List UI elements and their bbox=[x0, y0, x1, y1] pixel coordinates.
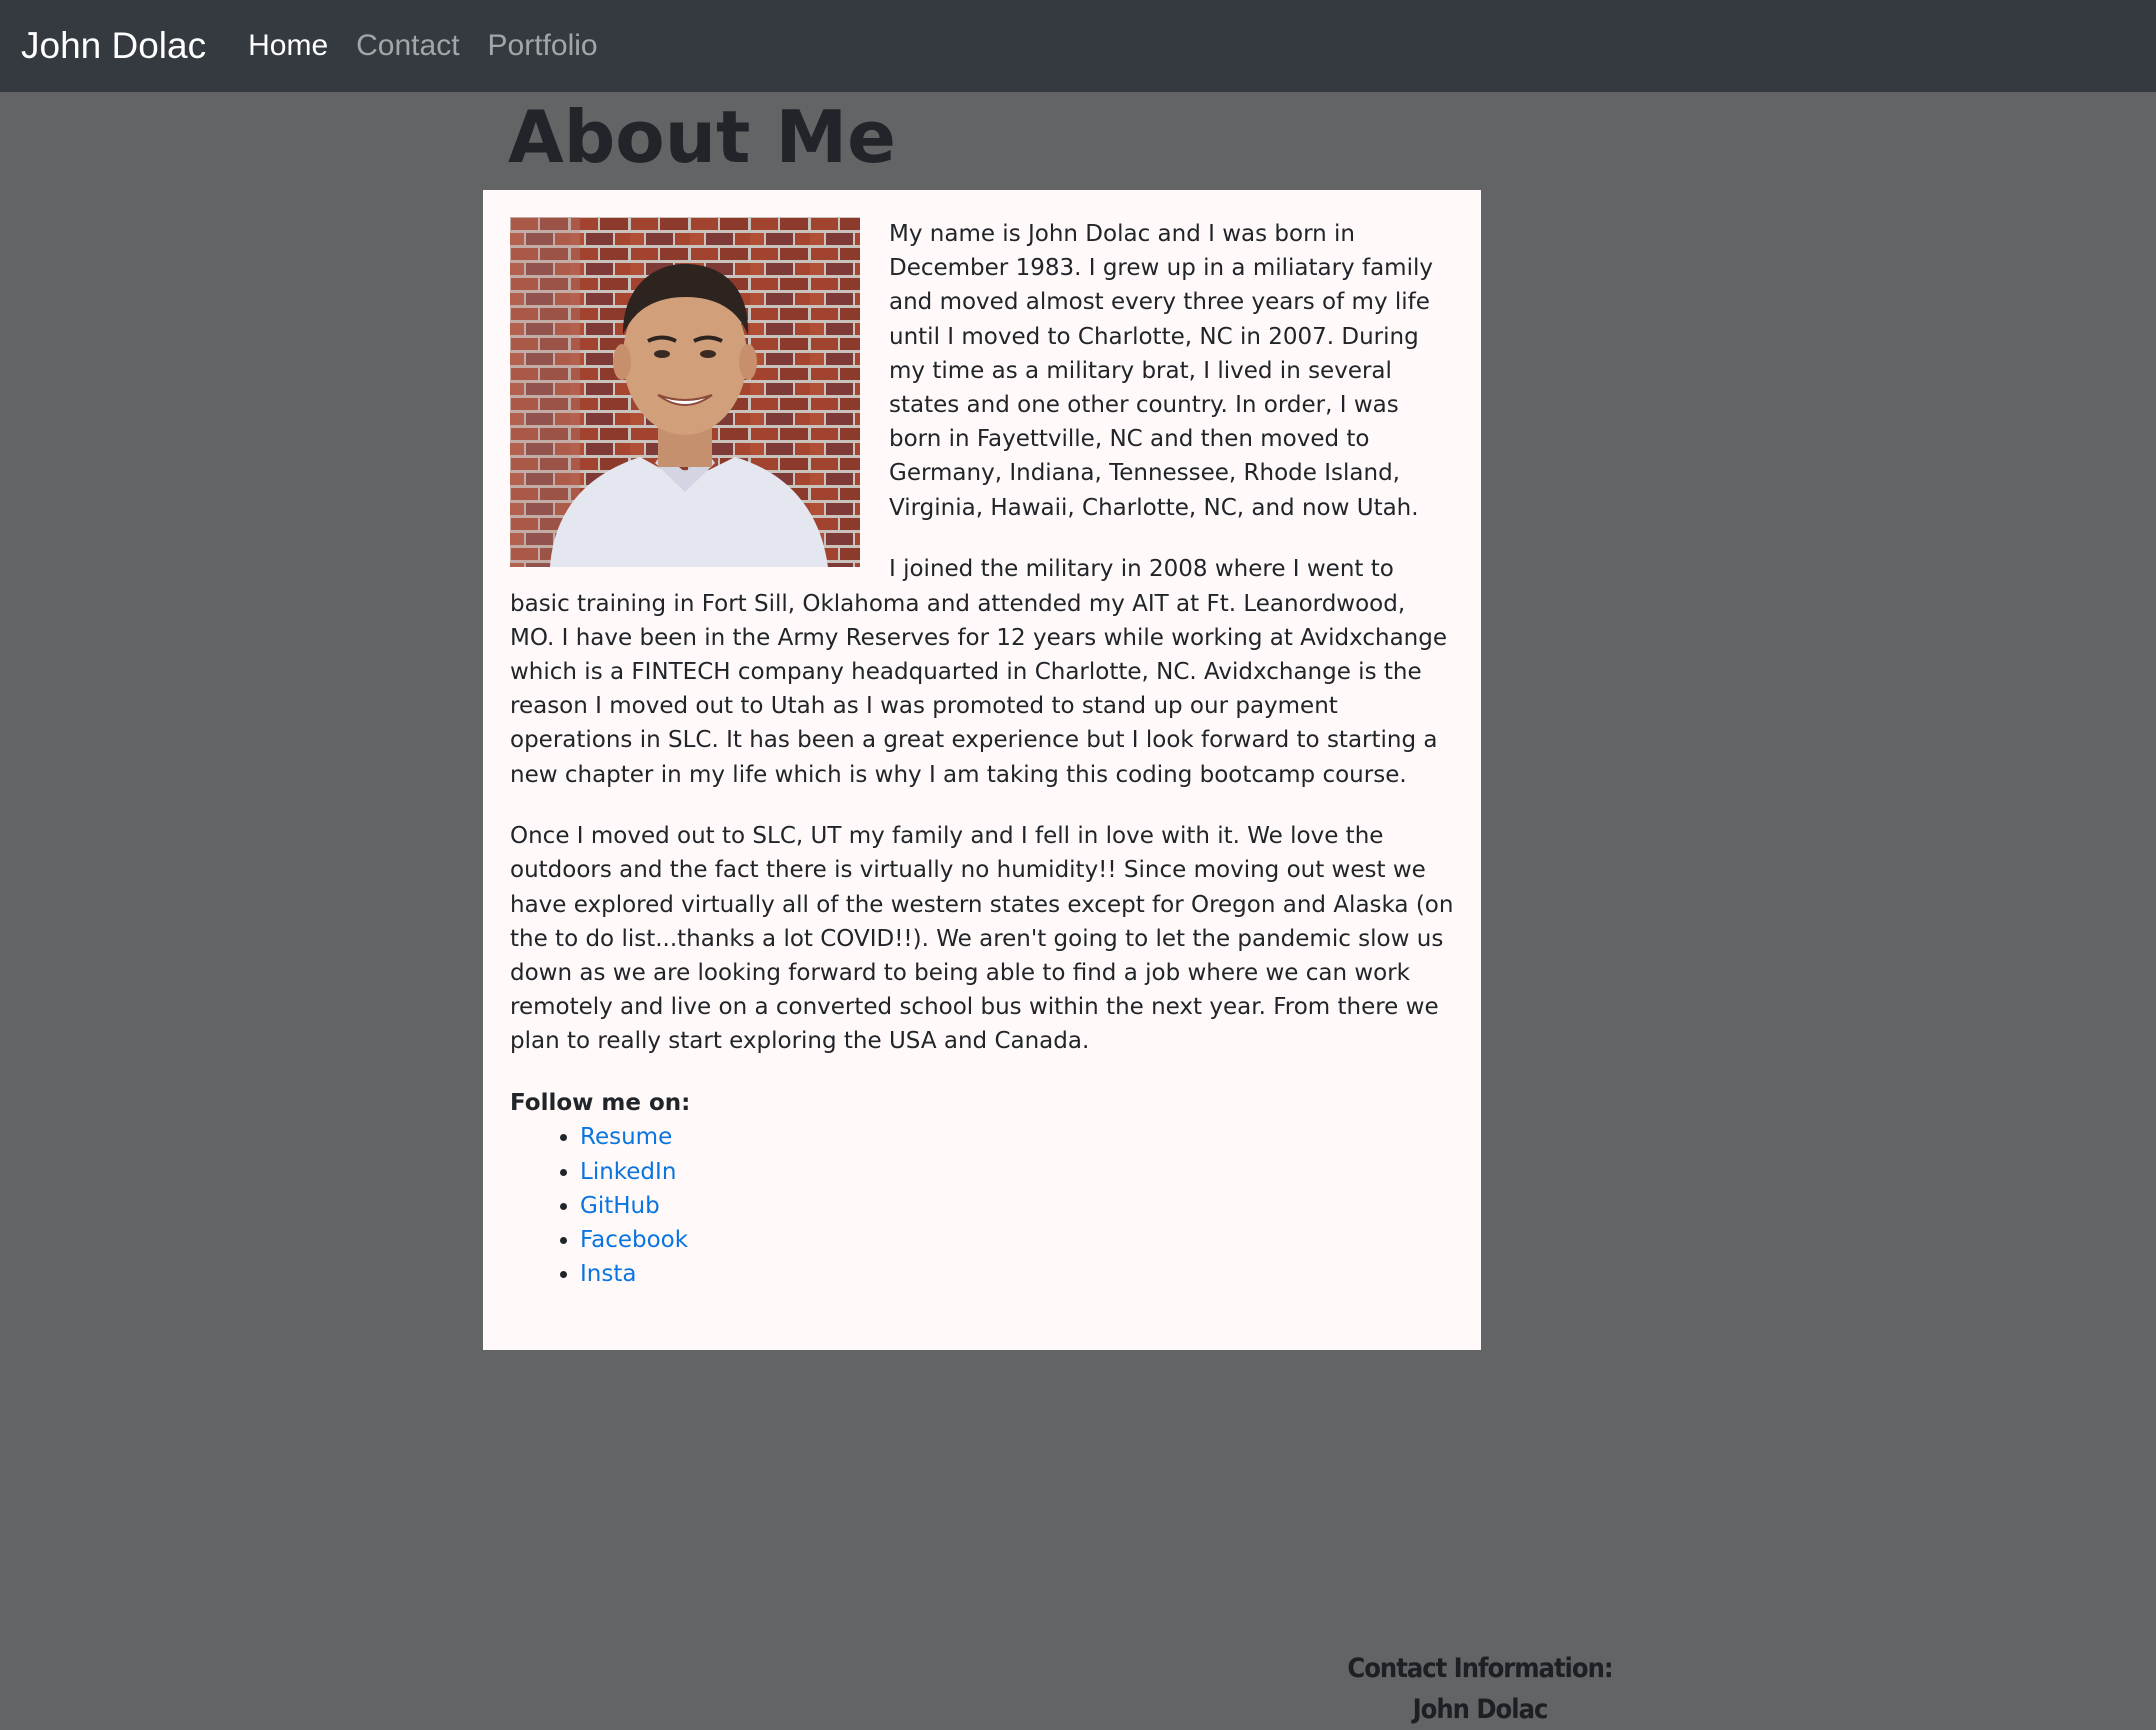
brand-link[interactable]: John Dolac bbox=[21, 25, 206, 67]
github-link[interactable]: GitHub bbox=[580, 1193, 660, 1219]
nav-contact-link[interactable]: Contact bbox=[356, 29, 459, 63]
list-item: Facebook bbox=[580, 1223, 1454, 1257]
bio-paragraph-2: I joined the military in 2008 where I we… bbox=[510, 556, 1448, 788]
contact-heading: Contact Information: bbox=[1347, 1653, 1613, 1684]
about-card: My name is John Dolac and I was born in … bbox=[483, 190, 1481, 1350]
contact-footer: Contact Information: John Dolac bbox=[1300, 1648, 1660, 1730]
nav-portfolio-link[interactable]: Portfolio bbox=[488, 29, 598, 63]
list-item: Resume bbox=[580, 1120, 1454, 1154]
list-item: GitHub bbox=[580, 1189, 1454, 1223]
page-title: About Me bbox=[508, 95, 896, 179]
profile-photo bbox=[510, 217, 860, 567]
list-item: Insta bbox=[580, 1257, 1454, 1291]
insta-link[interactable]: Insta bbox=[580, 1261, 636, 1287]
list-item: LinkedIn bbox=[580, 1155, 1454, 1189]
facebook-link[interactable]: Facebook bbox=[580, 1227, 688, 1253]
linkedin-link[interactable]: LinkedIn bbox=[580, 1159, 676, 1185]
contact-name: John Dolac bbox=[1412, 1694, 1549, 1725]
navbar: John Dolac Home Contact Portfolio bbox=[0, 0, 2156, 92]
bio-paragraph-3: Once I moved out to SLC, UT my family an… bbox=[510, 823, 1454, 1055]
follow-label: Follow me on: bbox=[510, 1090, 691, 1117]
social-links-list: Resume LinkedIn GitHub Facebook Insta bbox=[580, 1120, 1454, 1291]
resume-link[interactable]: Resume bbox=[580, 1124, 672, 1150]
nav-home-link[interactable]: Home bbox=[248, 29, 328, 63]
